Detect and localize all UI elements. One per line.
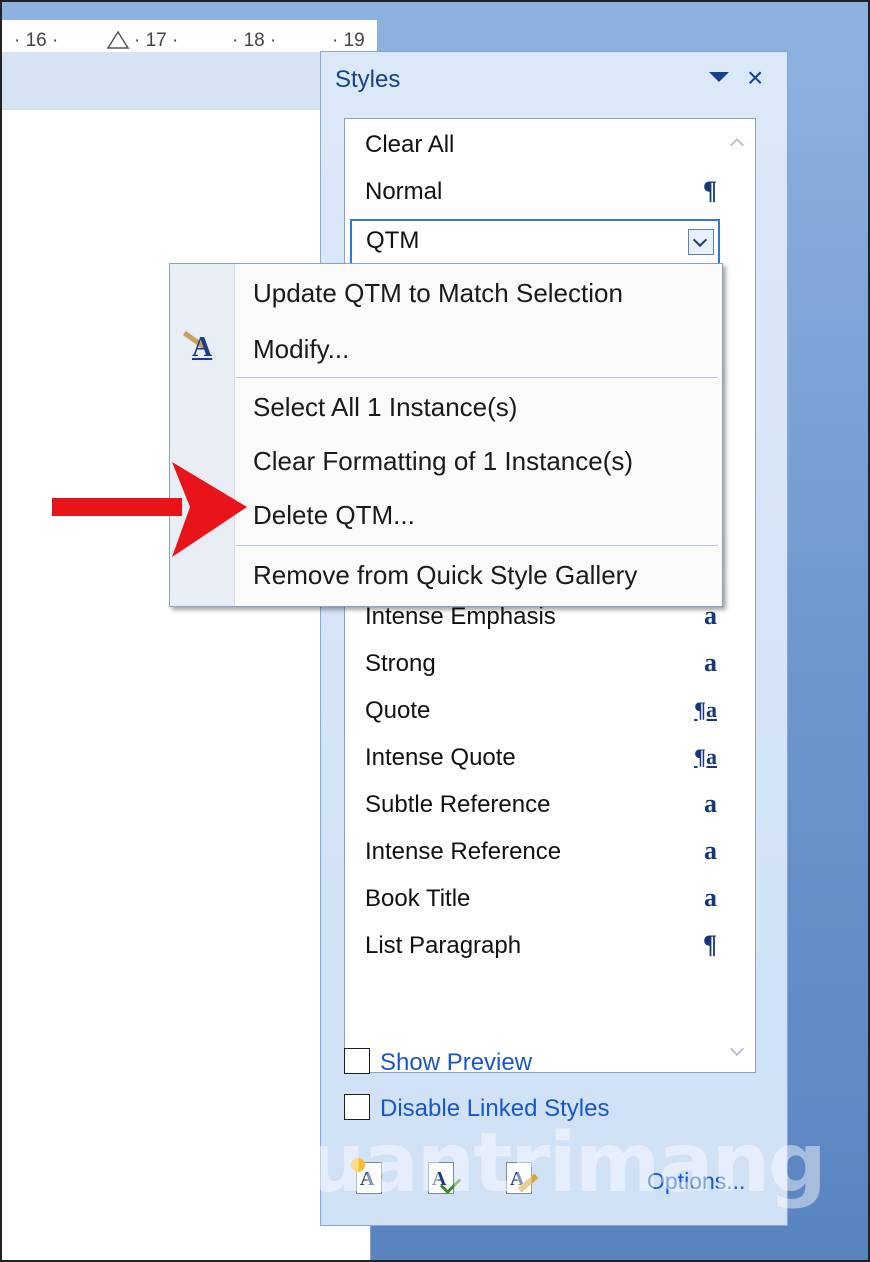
- character-style-icon: a: [704, 883, 717, 912]
- menu-item-select-all-instances[interactable]: Select All 1 Instance(s): [170, 382, 722, 432]
- ruler-tick-16: · 16 ·: [14, 30, 59, 51]
- menu-item-label: Delete QTM...: [253, 500, 415, 530]
- horizontal-ruler: · 16 · · 17 · · 18 · · 19: [2, 20, 377, 52]
- disable-linked-styles-checkbox[interactable]: [344, 1094, 370, 1120]
- menu-item-label: Remove from Quick Style Gallery: [253, 560, 638, 590]
- style-item-label: List Paragraph: [365, 932, 522, 959]
- style-item-label: Normal: [365, 178, 443, 205]
- menu-item-label: Select All 1 Instance(s): [253, 392, 518, 422]
- menu-item-label: Update QTM to Match Selection: [253, 278, 623, 308]
- style-item-label: Subtle Reference: [365, 791, 551, 818]
- style-item-list-paragraph[interactable]: List Paragraph ¶: [349, 924, 719, 970]
- character-style-icon: a: [704, 789, 717, 818]
- indent-marker-icon[interactable]: [106, 30, 130, 50]
- menu-separator: [236, 545, 718, 547]
- style-item-subtle-reference[interactable]: Subtle Reference a: [349, 783, 719, 829]
- scroll-up-icon[interactable]: [729, 135, 743, 149]
- manage-styles-icon[interactable]: A: [499, 1158, 541, 1200]
- style-item-label: Book Title: [365, 885, 471, 912]
- pane-menu-dropdown-icon[interactable]: [709, 72, 729, 82]
- styles-pane: Styles × Clear All Normal ¶ QTM Intense …: [320, 51, 788, 1226]
- chevron-down-icon[interactable]: [688, 229, 714, 255]
- menu-item-modify[interactable]: Modify...: [170, 324, 722, 374]
- ruler-tick-18: · 18 ·: [232, 30, 277, 51]
- character-style-icon: a: [704, 648, 717, 677]
- paragraph-style-icon: ¶: [702, 930, 717, 959]
- disable-linked-styles-label[interactable]: Disable Linked Styles: [380, 1095, 609, 1123]
- scroll-down-icon[interactable]: [729, 1044, 743, 1058]
- new-style-icon[interactable]: A: [349, 1158, 391, 1200]
- style-context-menu: Update QTM to Match Selection A Modify..…: [169, 263, 723, 607]
- style-item-book-title[interactable]: Book Title a: [349, 877, 719, 923]
- options-link[interactable]: Options...: [647, 1168, 745, 1195]
- style-item-normal[interactable]: Normal ¶: [349, 170, 719, 216]
- style-item-label: Intense Reference: [365, 838, 562, 865]
- menu-item-remove-from-gallery[interactable]: Remove from Quick Style Gallery: [170, 550, 722, 600]
- style-item-label: QTM: [366, 227, 420, 254]
- style-item-label: Strong: [365, 650, 436, 677]
- style-item-clear-all[interactable]: Clear All: [349, 123, 719, 169]
- menu-item-clear-formatting[interactable]: Clear Formatting of 1 Instance(s): [170, 436, 722, 486]
- close-icon[interactable]: ×: [747, 63, 763, 93]
- pane-header: Styles ×: [321, 52, 787, 104]
- style-item-quote[interactable]: Quote ¶a: [349, 689, 719, 735]
- menu-item-update-to-match[interactable]: Update QTM to Match Selection: [170, 268, 722, 318]
- menu-item-label: Modify...: [253, 334, 350, 364]
- character-style-icon: a: [704, 836, 717, 865]
- menu-separator: [236, 377, 718, 379]
- style-item-intense-quote[interactable]: Intense Quote ¶a: [349, 736, 719, 782]
- style-item-label: Intense Emphasis: [365, 603, 556, 630]
- menu-item-delete-style[interactable]: Delete QTM...: [170, 490, 722, 540]
- linked-style-icon: ¶a: [694, 697, 717, 722]
- style-item-label: Clear All: [365, 131, 455, 158]
- screenshot-frame: · 16 · · 17 · · 18 · · 19 Styles × Clear…: [0, 0, 870, 1262]
- ruler-background: [2, 52, 322, 110]
- menu-item-label: Clear Formatting of 1 Instance(s): [253, 446, 634, 476]
- show-preview-checkbox[interactable]: [344, 1048, 370, 1074]
- ruler-tick-17: · 17 ·: [134, 30, 179, 51]
- style-item-strong[interactable]: Strong a: [349, 642, 719, 688]
- style-item-label: Quote: [365, 697, 431, 724]
- style-inspector-icon[interactable]: A: [421, 1158, 463, 1200]
- show-preview-label[interactable]: Show Preview: [380, 1049, 532, 1077]
- pane-title: Styles: [335, 66, 401, 93]
- linked-style-icon: ¶a: [694, 744, 717, 769]
- paragraph-style-icon: ¶: [702, 176, 717, 205]
- ruler-tick-19: · 19: [332, 30, 365, 51]
- style-item-label: Intense Quote: [365, 744, 516, 771]
- red-arrow-icon: [52, 462, 247, 557]
- style-item-intense-reference[interactable]: Intense Reference a: [349, 830, 719, 876]
- style-item-qtm[interactable]: QTM: [350, 219, 720, 265]
